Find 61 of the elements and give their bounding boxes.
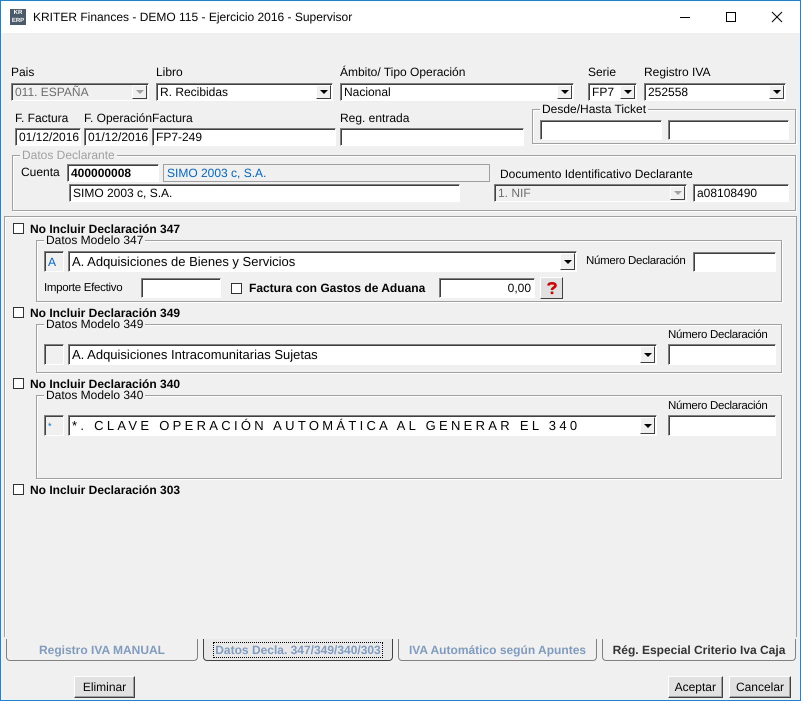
group-title: Datos Modelo 340 [44, 388, 146, 402]
dropdown-field[interactable]: Nacional [340, 83, 574, 101]
window-title: KRITER Finances - DEMO 115 - Ejercicio 2016 - Supervisor [33, 10, 354, 24]
text-field[interactable] [668, 344, 776, 365]
field-label: Importe Efectivo [44, 282, 124, 294]
delete-button[interactable]: Eliminar [74, 676, 135, 698]
code-field[interactable]: * [44, 415, 64, 436]
maximize-icon [725, 11, 737, 23]
checkbox-label: No Incluir Declaración 347 [30, 222, 180, 236]
field-label: Número Declaración [586, 255, 686, 268]
group-title: Datos Modelo 347 [44, 233, 146, 247]
dropdown-field[interactable]: FP7 [588, 83, 637, 101]
dropdown-field[interactable]: R. Recibidas [156, 83, 333, 101]
checkbox-label: No Incluir Declaración 303 [30, 482, 180, 496]
text-field[interactable] [668, 120, 789, 140]
dropdown-field[interactable]: A. Adquisiciones de Bienes y Servicios [68, 251, 577, 272]
text-field[interactable] [340, 128, 524, 146]
checkbox-label: No Incluir Declaración 340 [30, 376, 180, 390]
tab[interactable]: Rég. Especial Criterio Iva Caja [602, 639, 796, 661]
field-label: Factura [152, 112, 194, 125]
text-field[interactable]: FP7-249 [152, 128, 336, 146]
close-icon [771, 11, 783, 23]
checkbox-label: No Incluir Declaración 349 [30, 306, 180, 320]
dialog-button[interactable]: Aceptar [668, 676, 723, 698]
field-label: F. Operación [84, 112, 149, 125]
text-field[interactable]: 01/12/2016 [15, 128, 81, 146]
field-label: Registro IVA [644, 66, 712, 79]
field-label: Cuenta [20, 166, 61, 179]
text-field[interactable] [693, 252, 776, 272]
checkbox[interactable] [13, 484, 24, 495]
field-label: Libro [156, 66, 184, 79]
group-title: Datos Modelo 349 [44, 317, 146, 331]
amount-field[interactable]: 0,00 [439, 278, 535, 298]
dialog-button[interactable]: Cancelar [728, 676, 791, 698]
account-name-field: SIMO 2003 c, S.A. [163, 164, 490, 182]
question-mark-icon [544, 281, 558, 295]
dropdown-field[interactable]: 252558 [644, 83, 786, 101]
field-label: Serie [588, 66, 618, 79]
dropdown-field[interactable]: *. CLAVE OPERACIÓN AUTOMÁTICA AL GENERAR EL 340 [68, 415, 657, 436]
text-field[interactable] [668, 415, 776, 436]
field-label: Número Declaración [668, 329, 768, 342]
group-title: Desde/Hasta Ticket [540, 102, 648, 116]
text-field[interactable] [141, 278, 221, 298]
field-label: Pais [11, 66, 36, 79]
group-title: Datos Declarante [20, 148, 117, 162]
checkbox[interactable] [13, 223, 24, 234]
field-label: Reg. entrada [340, 112, 410, 125]
field-label: F. Factura [15, 112, 70, 125]
checkbox-label: Factura con Gastos de Aduana [249, 281, 426, 295]
help-button[interactable] [540, 277, 563, 299]
code-field[interactable]: A [44, 251, 64, 272]
field-label: Documento Identificativo Declarante [499, 168, 694, 181]
checkbox[interactable] [13, 307, 24, 318]
field-label: Número Declaración [668, 400, 768, 413]
text-field[interactable]: 01/12/2016 [84, 128, 149, 146]
code-field[interactable] [44, 344, 64, 365]
checkbox[interactable] [231, 282, 242, 294]
text-field[interactable] [540, 120, 662, 140]
field-label: Ámbito/ Tipo Operación [340, 66, 466, 79]
dropdown-field[interactable]: A. Adquisiciones Intracomunitarias Sujetas [68, 344, 657, 365]
checkbox[interactable] [13, 378, 24, 389]
